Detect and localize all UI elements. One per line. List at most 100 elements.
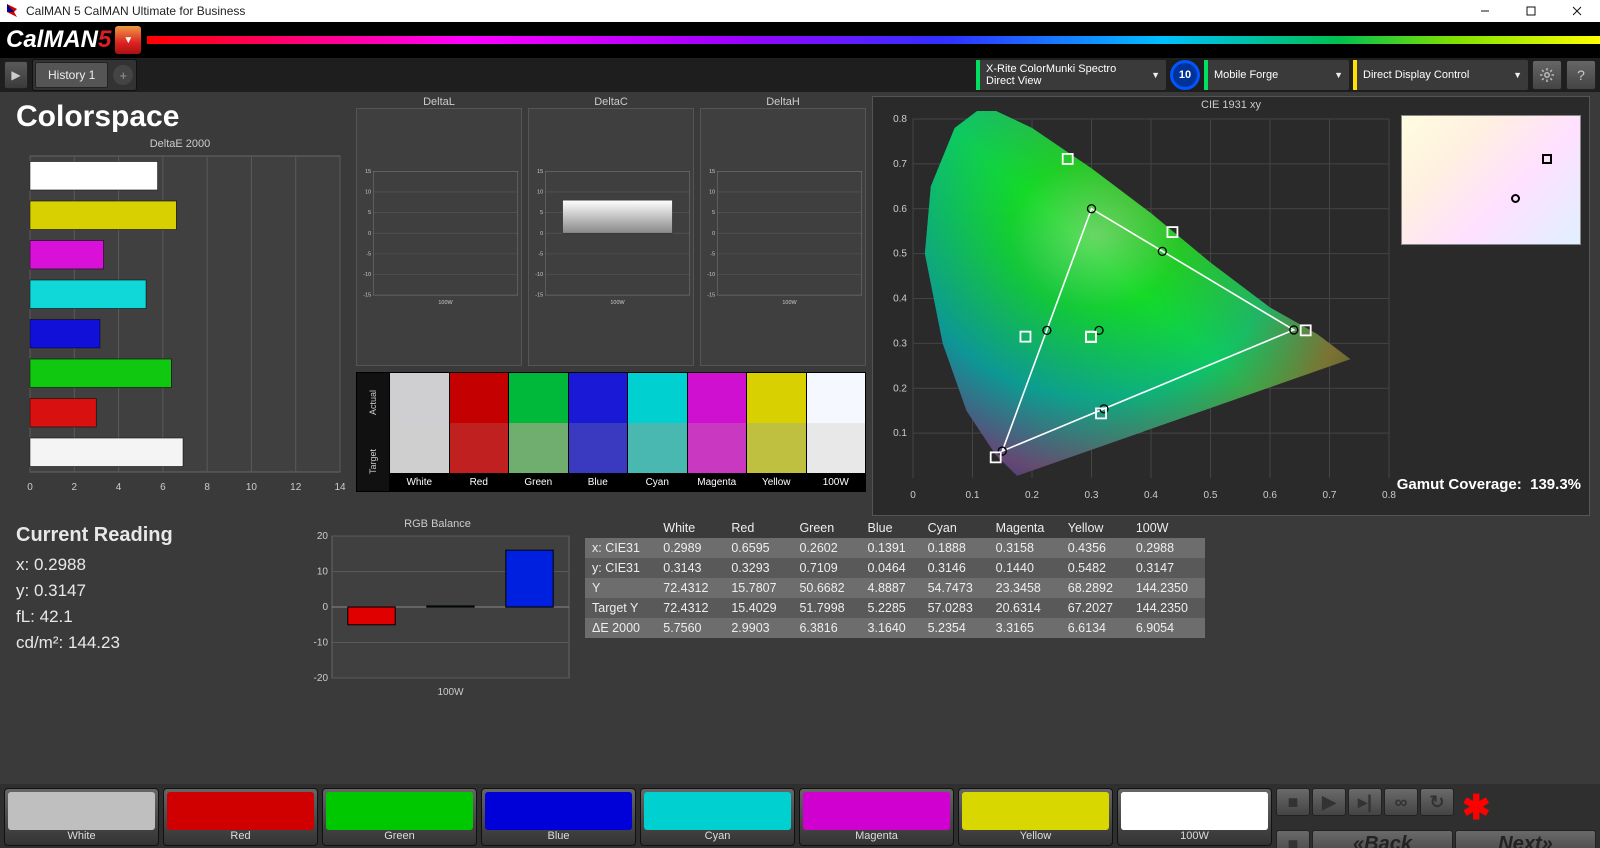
reading-row: cd/m²: 144.23 bbox=[16, 633, 284, 653]
toolbar: ▶ History 1 + X-Rite ColorMunki Spectro … bbox=[0, 58, 1600, 92]
close-button[interactable] bbox=[1554, 0, 1600, 22]
bottom-swatch-magenta[interactable]: Magenta bbox=[799, 788, 954, 846]
svg-text:0.5: 0.5 bbox=[893, 249, 907, 260]
loop-button[interactable]: ∞ bbox=[1384, 788, 1418, 816]
play-button[interactable]: ▶ bbox=[4, 61, 28, 89]
refresh-button[interactable]: ↻ bbox=[1420, 788, 1454, 816]
source-selector[interactable]: Mobile Forge ▼ bbox=[1204, 60, 1349, 90]
deltal-chart: -15-10-5051015100W bbox=[356, 108, 522, 366]
svg-text:0.6: 0.6 bbox=[1263, 490, 1277, 501]
app-logo: CalMAN5 ▼ bbox=[0, 22, 147, 58]
deltac-chart: -15-10-5051015100W bbox=[528, 108, 694, 366]
svg-text:14: 14 bbox=[334, 482, 346, 493]
app-icon bbox=[4, 3, 20, 19]
brand-menu-button[interactable]: ▼ bbox=[115, 26, 141, 54]
tab-history[interactable]: History 1 bbox=[35, 62, 108, 88]
svg-text:-20: -20 bbox=[314, 673, 329, 684]
svg-text:12: 12 bbox=[290, 482, 302, 493]
svg-text:0: 0 bbox=[27, 482, 33, 493]
settings-button[interactable] bbox=[1532, 60, 1562, 90]
svg-text:10: 10 bbox=[317, 567, 329, 578]
reading-row: fL: 42.1 bbox=[16, 607, 284, 627]
svg-text:-15: -15 bbox=[707, 293, 715, 299]
bottom-swatch-white[interactable]: White bbox=[4, 788, 159, 846]
svg-text:0.2: 0.2 bbox=[1025, 490, 1039, 501]
help-button[interactable]: ? bbox=[1566, 60, 1596, 90]
swatch-100w: 100W bbox=[806, 373, 866, 491]
svg-text:15: 15 bbox=[537, 169, 543, 175]
stop2-button[interactable]: ■ bbox=[1276, 830, 1310, 848]
swatch-magenta: Magenta bbox=[687, 373, 747, 491]
bottom-swatch-100w[interactable]: 100W bbox=[1117, 788, 1272, 846]
window-title: CalMAN 5 CalMAN Ultimate for Business bbox=[26, 4, 245, 18]
svg-text:6: 6 bbox=[160, 482, 166, 493]
brand-bar: CalMAN5 ▼ bbox=[0, 22, 1600, 58]
svg-text:4: 4 bbox=[116, 482, 122, 493]
svg-text:0: 0 bbox=[910, 490, 916, 501]
deltah-chart: -15-10-5051015100W bbox=[700, 108, 866, 366]
bottom-swatch-green[interactable]: Green bbox=[322, 788, 477, 846]
play2-button[interactable]: ▶ bbox=[1312, 788, 1346, 816]
back-button[interactable]: « Back bbox=[1312, 830, 1453, 848]
bottom-swatch-blue[interactable]: Blue bbox=[481, 788, 636, 846]
svg-text:-5: -5 bbox=[538, 251, 543, 257]
minimize-button[interactable] bbox=[1462, 0, 1508, 22]
meter-selector[interactable]: X-Rite ColorMunki Spectro Direct View ▼ bbox=[976, 60, 1166, 90]
deltal-title: DeltaL bbox=[356, 96, 522, 108]
svg-text:0.6: 0.6 bbox=[893, 204, 907, 215]
maximize-button[interactable] bbox=[1508, 0, 1554, 22]
reading-row: x: 0.2988 bbox=[16, 555, 284, 575]
svg-text:5: 5 bbox=[368, 210, 371, 216]
svg-text:100W: 100W bbox=[782, 300, 797, 306]
chevron-down-icon: ▼ bbox=[1513, 70, 1522, 80]
svg-text:0.2: 0.2 bbox=[893, 383, 907, 394]
bottom-swatch-red[interactable]: Red bbox=[163, 788, 318, 846]
svg-text:0.5: 0.5 bbox=[1204, 490, 1218, 501]
display-selector[interactable]: Direct Display Control ▼ bbox=[1353, 60, 1528, 90]
gamut-label: Gamut Coverage: bbox=[1397, 476, 1522, 493]
svg-text:0: 0 bbox=[712, 231, 715, 237]
deltah-title: DeltaH bbox=[700, 96, 866, 108]
swatch-label-target: Target bbox=[357, 432, 389, 491]
overlay-square-marker bbox=[1542, 154, 1552, 164]
chevron-down-icon: ▼ bbox=[1151, 70, 1160, 80]
svg-text:-5: -5 bbox=[366, 251, 371, 257]
deltae-chart: 02468101214 bbox=[10, 150, 350, 500]
swatch-red: Red bbox=[449, 373, 509, 491]
svg-text:0.4: 0.4 bbox=[893, 294, 907, 305]
rainbow-divider bbox=[147, 36, 1600, 44]
swatch-cyan: Cyan bbox=[627, 373, 687, 491]
rgb-balance-title: RGB Balance bbox=[300, 518, 575, 530]
svg-text:0.4: 0.4 bbox=[1144, 490, 1158, 501]
swatch-green: Green bbox=[508, 373, 568, 491]
svg-text:10: 10 bbox=[709, 190, 715, 196]
svg-text:10: 10 bbox=[537, 190, 543, 196]
swatch-yellow: Yellow bbox=[746, 373, 806, 491]
step-button[interactable]: ▸| bbox=[1348, 788, 1382, 816]
os-titlebar: CalMAN 5 CalMAN Ultimate for Business bbox=[0, 0, 1600, 22]
deltae-chart-title: DeltaE 2000 bbox=[10, 138, 350, 150]
swatch-comparison: Actual Target WhiteRedGreenBlueCyanMagen… bbox=[356, 372, 866, 492]
bottom-bar: WhiteRedGreenBlueCyanMagentaYellow100W ■… bbox=[0, 784, 1600, 848]
meter-badge[interactable]: 10 bbox=[1170, 60, 1200, 90]
swatch-blue: Blue bbox=[568, 373, 628, 491]
bottom-swatch-cyan[interactable]: Cyan bbox=[640, 788, 795, 846]
bottom-swatch-yellow[interactable]: Yellow bbox=[958, 788, 1113, 846]
svg-text:0.7: 0.7 bbox=[1323, 490, 1337, 501]
swatch-label-actual: Actual bbox=[357, 373, 389, 432]
next-button[interactable]: Next » bbox=[1455, 830, 1596, 848]
svg-text:-15: -15 bbox=[535, 293, 543, 299]
svg-text:0.8: 0.8 bbox=[893, 114, 907, 125]
cie-title: CIE 1931 xy bbox=[873, 97, 1589, 111]
svg-text:-10: -10 bbox=[535, 272, 543, 278]
svg-text:0.1: 0.1 bbox=[893, 428, 907, 439]
add-tab-button[interactable]: + bbox=[112, 64, 134, 86]
svg-text:-10: -10 bbox=[314, 638, 329, 649]
overlay-circle-marker bbox=[1511, 194, 1520, 203]
svg-text:0: 0 bbox=[322, 602, 328, 613]
rgb-balance-chart: -20-1001020100W bbox=[300, 530, 575, 700]
svg-text:5: 5 bbox=[712, 210, 715, 216]
stop-button[interactable]: ■ bbox=[1276, 788, 1310, 816]
chevron-down-icon: ▼ bbox=[1334, 70, 1343, 80]
colorspace-table: WhiteRedGreenBlueCyanMagentaYellow100Wx:… bbox=[585, 518, 1205, 638]
